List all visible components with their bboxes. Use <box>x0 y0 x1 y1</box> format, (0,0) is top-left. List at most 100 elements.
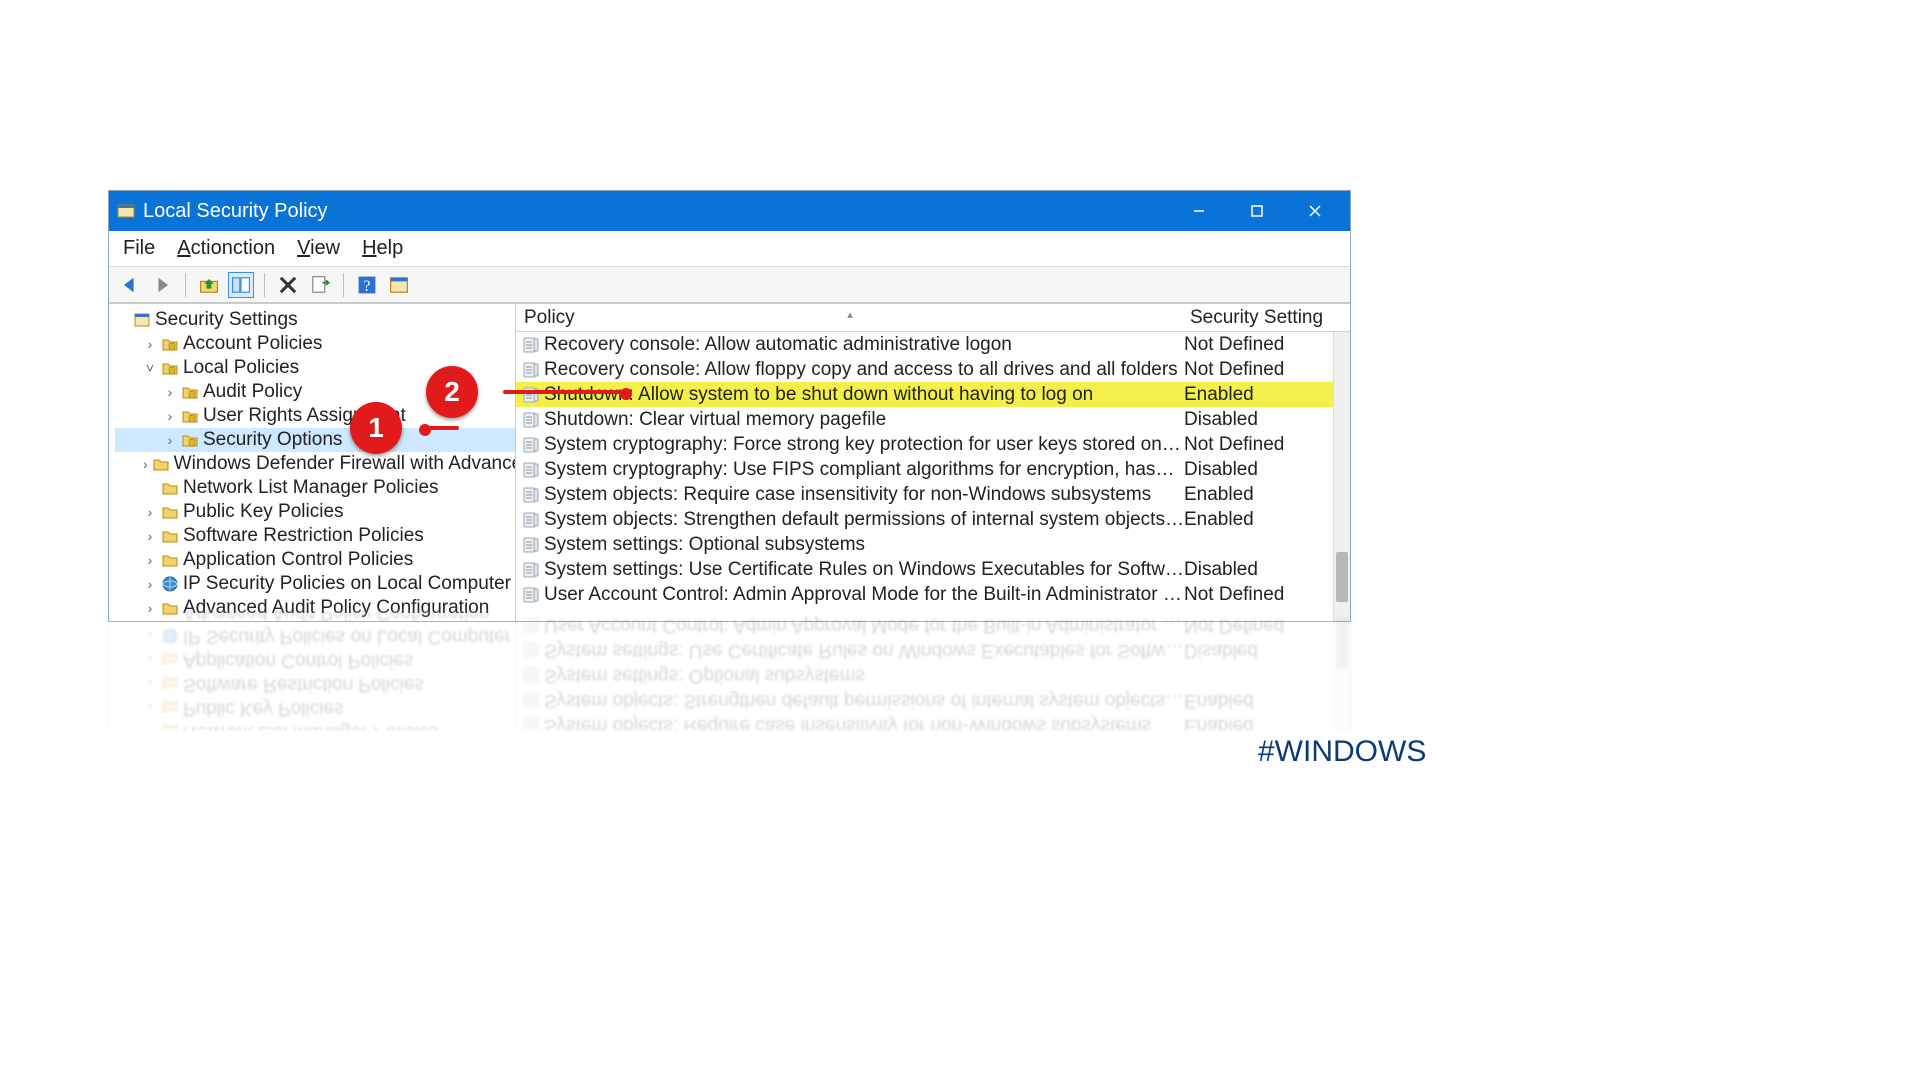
tree-twisty-icon[interactable]: › <box>143 576 157 592</box>
policy-icon <box>522 717 540 731</box>
policy-icon <box>522 361 540 379</box>
tree-twisty-icon[interactable]: › <box>143 336 157 352</box>
tree-twisty-icon[interactable]: › <box>143 456 148 472</box>
tree-item[interactable]: › Software Restriction Policies <box>115 524 515 548</box>
tree-item[interactable]: › Account Policies <box>115 332 515 356</box>
policy-icon <box>522 561 540 579</box>
folder-icon <box>161 503 179 521</box>
tree-item-label: Software Restriction Policies <box>183 525 424 547</box>
menu-help[interactable]: Help <box>362 237 403 260</box>
tree-root[interactable]: Security Settings <box>115 308 515 332</box>
tree-twisty-icon[interactable]: ˅ <box>143 360 157 376</box>
scrollbar-thumb[interactable] <box>1336 552 1348 602</box>
tree-twisty-icon[interactable]: › <box>163 384 177 400</box>
tree-item[interactable]: › Application Control Policies <box>115 548 515 572</box>
back-arrow-icon[interactable] <box>117 272 143 298</box>
minimize-button[interactable] <box>1170 191 1228 231</box>
policy-row[interactable]: Recovery console: Allow floppy copy and … <box>516 357 1350 382</box>
policy-name: System settings: Optional subsystems <box>544 665 1184 687</box>
vertical-scrollbar[interactable] <box>1333 610 1350 730</box>
tree-twisty-icon[interactable]: › <box>143 700 157 716</box>
tree-item-label: User Rights Assignment <box>203 405 406 427</box>
close-button[interactable] <box>1286 191 1344 231</box>
tree-item[interactable]: ›IP Security Policies on Local Computer <box>115 624 515 648</box>
tree-item-label: Account Policies <box>183 333 322 355</box>
tree-item[interactable]: ›IP Security Policies on Local Computer <box>115 572 515 596</box>
policy-row[interactable]: System objects: Strengthen default permi… <box>516 688 1350 713</box>
tree-item[interactable]: Network List Manager Policies <box>115 720 515 730</box>
help-icon[interactable]: ? <box>354 272 380 298</box>
tree-item-label: Application Control Policies <box>183 549 413 571</box>
list-pane[interactable]: Policy ▴ Security Setting Recovery conso… <box>516 610 1350 730</box>
tree-item[interactable]: ›Security Options <box>115 428 515 452</box>
list-header[interactable]: Policy ▴ Security Setting <box>516 304 1350 332</box>
column-policy[interactable]: Policy ▴ <box>516 307 1184 329</box>
properties-icon[interactable] <box>386 272 412 298</box>
tree-item[interactable]: ›Public Key Policies <box>115 696 515 720</box>
scrollbar-thumb[interactable] <box>1336 618 1348 668</box>
list-pane[interactable]: Policy ▴ Security Setting Recovery conso… <box>516 304 1350 621</box>
titlebar[interactable]: Local Security Policy <box>109 191 1350 231</box>
column-setting[interactable]: Security Setting <box>1184 307 1350 329</box>
tree-item[interactable]: › User Rights Assignment <box>115 404 515 428</box>
export-icon[interactable] <box>307 272 333 298</box>
app-icon <box>117 202 135 220</box>
folder-shield-icon <box>161 359 179 377</box>
forward-arrow-icon[interactable] <box>149 272 175 298</box>
menu-view[interactable]: View <box>297 237 340 260</box>
policy-row[interactable]: System settings: Optional subsystems <box>516 663 1350 688</box>
policy-row[interactable]: System settings: Use Certificate Rules o… <box>516 557 1350 582</box>
tree-item[interactable]: ›Audit Policy <box>115 380 515 404</box>
reflection-decoration: Local Security Policy File Actionction V… <box>108 610 1351 730</box>
policy-row[interactable]: System settings: Use Certificate Rules o… <box>516 638 1350 663</box>
policy-name: System settings: Use Certificate Rules o… <box>544 559 1184 581</box>
policy-name: System settings: Use Certificate Rules o… <box>544 640 1184 662</box>
tree-item[interactable]: ˅Local Policies <box>115 356 515 380</box>
tree-twisty-icon[interactable]: › <box>143 676 157 692</box>
tree-twisty-icon[interactable]: › <box>163 432 177 448</box>
tree-item[interactable]: ›Advanced Audit Policy Configuration <box>115 596 515 620</box>
tree-pane[interactable]: Security Settings ›Account Policies˅Loca… <box>109 610 516 730</box>
tree-twisty-icon[interactable]: › <box>143 528 157 544</box>
show-hide-tree-icon[interactable] <box>228 272 254 298</box>
tree-item[interactable]: Network List Manager Policies <box>115 476 515 500</box>
delete-icon[interactable] <box>275 272 301 298</box>
content-split: Security Settings › Account Policies˅Loca… <box>109 303 1350 621</box>
up-folder-icon[interactable] <box>196 272 222 298</box>
tree-twisty-icon[interactable]: › <box>143 552 157 568</box>
policy-name: System objects: Strengthen default permi… <box>544 509 1184 531</box>
policy-icon <box>522 336 540 354</box>
policy-row[interactable]: System objects: Strengthen default permi… <box>516 507 1350 532</box>
tree-item-label: Application Control Policies <box>183 649 413 671</box>
tree-item[interactable]: ›Software Restriction Policies <box>115 672 515 696</box>
tree-twisty-icon[interactable]: › <box>163 408 177 424</box>
policy-row[interactable]: System cryptography: Use FIPS compliant … <box>516 457 1350 482</box>
policy-value: Enabled <box>1184 715 1350 731</box>
policy-row[interactable]: User Account Control: Admin Approval Mod… <box>516 582 1350 607</box>
policy-row[interactable]: System settings: Optional subsystems <box>516 532 1350 557</box>
policy-row[interactable]: Recovery console: Allow automatic admini… <box>516 332 1350 357</box>
folder-shield-icon <box>181 407 199 425</box>
policy-row[interactable]: System objects: Require case insensitivi… <box>516 482 1350 507</box>
policy-row[interactable]: Shutdown: Clear virtual memory pagefileD… <box>516 407 1350 432</box>
policy-row[interactable]: System objects: Require case insensitivi… <box>516 713 1350 730</box>
tree-twisty-icon[interactable]: › <box>143 628 157 644</box>
maximize-button[interactable] <box>1228 191 1286 231</box>
folder-shield-icon <box>181 383 199 401</box>
window-title: Local Security Policy <box>143 200 1170 223</box>
tree-item[interactable]: ›Public Key Policies <box>115 500 515 524</box>
menu-file[interactable]: File <box>123 237 155 260</box>
vertical-scrollbar[interactable] <box>1333 332 1350 621</box>
policy-row[interactable]: Shutdown: Allow system to be shut down w… <box>516 382 1350 407</box>
policy-name: Recovery console: Allow automatic admini… <box>544 334 1184 356</box>
hashtag: #WINDOWS <box>1258 735 1426 769</box>
tree-twisty-icon[interactable]: › <box>143 652 157 668</box>
tree-item[interactable]: › Application Control Policies <box>115 648 515 672</box>
tree-item-label: Network List Manager Policies <box>183 477 439 499</box>
tree-item[interactable]: ›Windows Defender Firewall with Advanced… <box>115 452 515 476</box>
tree-pane[interactable]: Security Settings › Account Policies˅Loca… <box>109 304 516 621</box>
policy-row[interactable]: System cryptography: Force strong key pr… <box>516 432 1350 457</box>
menu-action[interactable]: Actionction <box>177 237 275 260</box>
tree-twisty-icon[interactable]: › <box>143 504 157 520</box>
tree-twisty-icon[interactable]: › <box>143 600 157 616</box>
